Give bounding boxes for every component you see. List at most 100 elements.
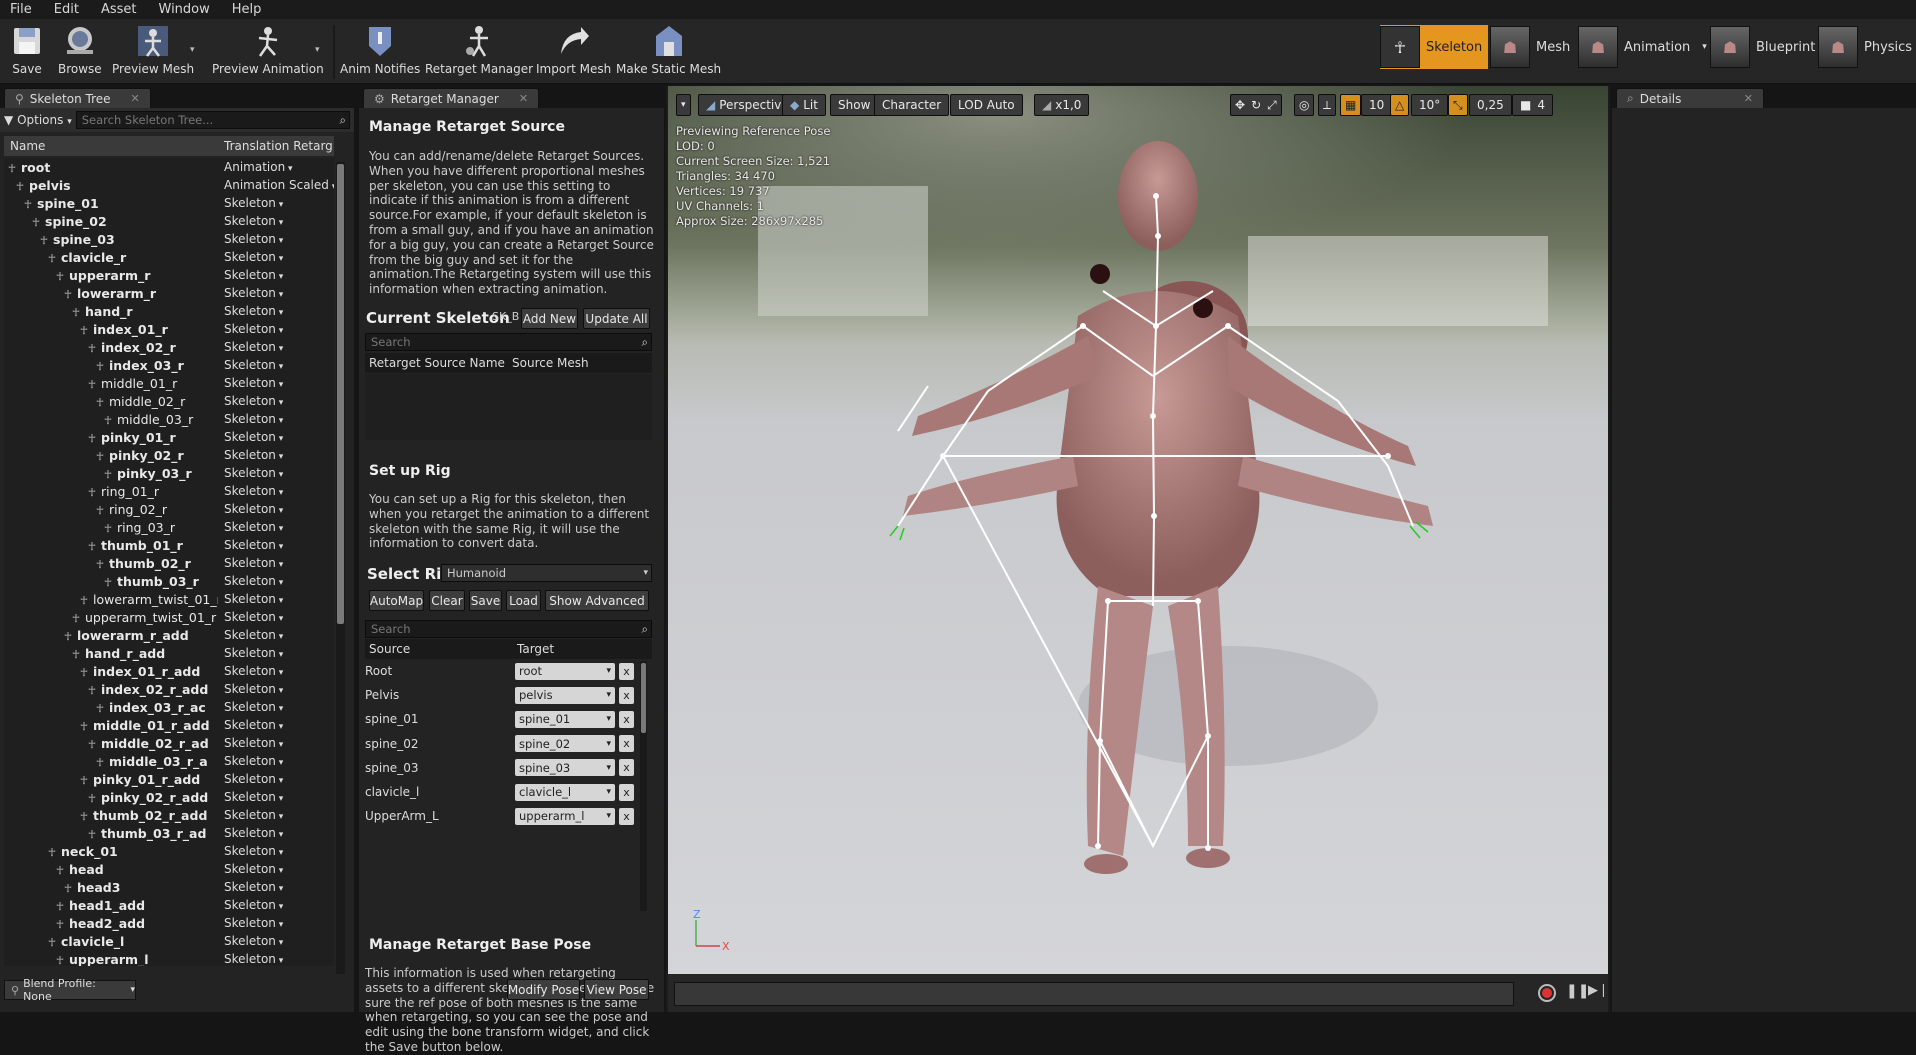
bone-row[interactable]: ☥ hand_r Skeleton ▾ [4, 302, 334, 320]
bone-row[interactable]: ☥ upperarm_twist_01_r Skeleton ▾ [4, 608, 334, 626]
rig-search-input[interactable]: Search ⌕ [365, 620, 652, 638]
translation-retargeting-dropdown[interactable]: Skeleton ▾ [224, 700, 283, 714]
translation-retargeting-dropdown[interactable]: Skeleton ▾ [224, 862, 283, 876]
translation-retargeting-dropdown[interactable]: Skeleton ▾ [224, 196, 283, 210]
rotate-icon[interactable]: ↻ [1251, 98, 1261, 112]
lit-button[interactable]: ◆ Lit [782, 94, 826, 116]
translation-retargeting-dropdown[interactable]: Skeleton ▾ [224, 772, 283, 786]
bone-row[interactable]: ☥ pinky_01_r Skeleton ▾ [4, 428, 334, 446]
rig-mapping-scroll-thumb[interactable] [641, 663, 646, 733]
clear-button[interactable]: Clear [429, 590, 465, 611]
make-static-mesh-button[interactable]: Make Static Mesh [616, 23, 721, 81]
translation-retargeting-dropdown[interactable]: Skeleton ▾ [224, 448, 283, 462]
playback-speed-button[interactable]: ◢ x1,0 [1034, 94, 1090, 116]
bone-row[interactable]: ☥ neck_01 Skeleton ▾ [4, 842, 334, 860]
bone-row[interactable]: ☥ thumb_02_r Skeleton ▾ [4, 554, 334, 572]
bone-row[interactable]: ☥ middle_03_r_a Skeleton ▾ [4, 752, 334, 770]
clear-mapping-button[interactable]: x [619, 807, 634, 825]
menu-file[interactable]: File [10, 2, 32, 17]
bone-row[interactable]: ☥ hand_r_add Skeleton ▾ [4, 644, 334, 662]
show-advanced-button[interactable]: Show Advanced [545, 590, 649, 611]
clear-mapping-button[interactable]: x [619, 783, 634, 801]
menu-help[interactable]: Help [232, 2, 262, 17]
translation-retargeting-dropdown[interactable]: Skeleton ▾ [224, 538, 283, 552]
coordinate-system-button[interactable]: ◎ [1294, 94, 1315, 116]
rig-target-dropdown[interactable]: upperarm_l ▾ [515, 807, 615, 825]
skeleton-tree-scrollbar[interactable] [336, 162, 345, 974]
col-source-name-header[interactable]: Retarget Source Name [369, 356, 512, 370]
animation-mode-dropdown-icon[interactable]: ▾ [1702, 42, 1707, 52]
col-target-header[interactable]: Target [517, 642, 554, 656]
rig-target-dropdown[interactable]: root ▾ [515, 662, 615, 680]
translation-retargeting-dropdown[interactable]: Skeleton ▾ [224, 790, 283, 804]
preview-mesh-button[interactable]: Preview Mesh [112, 23, 194, 81]
translation-retargeting-dropdown[interactable]: Skeleton ▾ [224, 430, 283, 444]
clear-mapping-button[interactable]: x [619, 686, 634, 704]
bone-row[interactable]: ☥ clavicle_r Skeleton ▾ [4, 248, 334, 266]
character-button[interactable]: Character [874, 94, 950, 116]
translation-retargeting-dropdown[interactable]: Skeleton ▾ [224, 916, 283, 930]
preview-animation-dropdown-icon[interactable]: ▾ [315, 45, 320, 55]
record-button[interactable] [1538, 984, 1556, 1002]
menu-window[interactable]: Window [159, 2, 210, 17]
translation-retargeting-dropdown[interactable]: Skeleton ▾ [224, 754, 283, 768]
translation-retargeting-dropdown[interactable]: Skeleton ▾ [224, 214, 283, 228]
translation-retargeting-dropdown[interactable]: Skeleton ▾ [224, 520, 283, 534]
clear-mapping-button[interactable]: x [619, 710, 634, 728]
mode-blueprint[interactable]: ☗ Blueprint [1710, 25, 1815, 69]
bone-row[interactable]: ☥ root Animation ▾ [4, 158, 334, 176]
translation-retargeting-dropdown[interactable]: Skeleton ▾ [224, 394, 283, 408]
view-pose-button[interactable]: View Pose [584, 979, 649, 1000]
bone-row[interactable]: ☥ index_02_r Skeleton ▾ [4, 338, 334, 356]
translation-retargeting-dropdown[interactable]: Skeleton ▾ [224, 808, 283, 822]
clear-mapping-button[interactable]: x [619, 735, 634, 753]
blend-profile-dropdown[interactable]: ⚲ Blend Profile: None ▾ [4, 977, 136, 1003]
col-source-header[interactable]: Source [369, 642, 517, 656]
skeleton-tree-search-input[interactable]: Search Skeleton Tree... ⌕ [75, 111, 350, 129]
clear-mapping-button[interactable]: x [619, 759, 634, 777]
translation-retargeting-dropdown[interactable]: Animation ▾ [224, 160, 293, 174]
options-button[interactable]: ▼ Options ▾ [4, 113, 72, 127]
scale-snap-toggle[interactable]: ⤡ [1448, 94, 1468, 116]
translate-icon[interactable]: ✥ [1235, 98, 1245, 112]
translation-retargeting-dropdown[interactable]: Skeleton ▾ [224, 466, 283, 480]
bone-row[interactable]: ☥ ring_01_r Skeleton ▾ [4, 482, 334, 500]
translation-retargeting-dropdown[interactable]: Skeleton ▾ [224, 556, 283, 570]
translation-retargeting-dropdown[interactable]: Skeleton ▾ [224, 322, 283, 336]
show-button[interactable]: Show [830, 94, 879, 116]
translation-retargeting-dropdown[interactable]: Skeleton ▾ [224, 610, 283, 624]
scale-snap-value[interactable]: 0,25 [1469, 94, 1512, 116]
modify-pose-button[interactable]: Modify Pose [507, 979, 580, 1000]
translation-retargeting-dropdown[interactable]: Skeleton ▾ [224, 232, 283, 246]
bone-row[interactable]: ☥ middle_01_r Skeleton ▾ [4, 374, 334, 392]
translation-retargeting-dropdown[interactable]: Skeleton ▾ [224, 484, 283, 498]
bone-row[interactable]: ☥ head1_add Skeleton ▾ [4, 896, 334, 914]
grid-snap-value[interactable]: 10 [1361, 94, 1393, 116]
translation-retargeting-dropdown[interactable]: Skeleton ▾ [224, 358, 283, 372]
viewport-menu-button[interactable]: ▾ [676, 94, 691, 116]
rig-target-dropdown[interactable]: pelvis ▾ [515, 686, 615, 704]
bone-row[interactable]: ☥ thumb_02_r_add Skeleton ▾ [4, 806, 334, 824]
bone-row[interactable]: ☥ spine_02 Skeleton ▾ [4, 212, 334, 230]
mode-skeleton[interactable]: ☥ Skeleton [1380, 25, 1489, 69]
import-mesh-button[interactable]: Import Mesh [536, 23, 611, 81]
translation-retargeting-dropdown[interactable]: Skeleton ▾ [224, 682, 283, 696]
bone-row[interactable]: ☥ pinky_03_r Skeleton ▾ [4, 464, 334, 482]
menu-asset[interactable]: Asset [101, 2, 137, 17]
translation-retargeting-dropdown[interactable]: Skeleton ▾ [224, 718, 283, 732]
anim-notifies-button[interactable]: Anim Notifies [340, 23, 420, 81]
bone-row[interactable]: ☥ ring_02_r Skeleton ▾ [4, 500, 334, 518]
viewport-scene[interactable]: ▾ ◢ Perspective ◆ Lit Show Character LOD… [668, 86, 1608, 974]
surface-snap-button[interactable]: ⟂ [1318, 94, 1337, 116]
translation-retargeting-dropdown[interactable]: Skeleton ▾ [224, 646, 283, 660]
translation-retargeting-dropdown[interactable]: Skeleton ▾ [224, 952, 283, 966]
bone-row[interactable]: ☥ clavicle_l Skeleton ▾ [4, 932, 334, 950]
translation-retargeting-dropdown[interactable]: Skeleton ▾ [224, 412, 283, 426]
translation-retargeting-dropdown[interactable]: Skeleton ▾ [224, 286, 283, 300]
bone-row[interactable]: ☥ lowerarm_twist_01_r Skeleton ▾ [4, 590, 334, 608]
skeleton-tree-scroll-thumb[interactable] [337, 164, 344, 624]
rig-select-dropdown[interactable]: Humanoid ▾ [441, 564, 652, 582]
update-all-button[interactable]: Update All [583, 308, 650, 329]
translation-retargeting-dropdown[interactable]: Skeleton ▾ [224, 502, 283, 516]
translation-retargeting-dropdown[interactable]: Skeleton ▾ [224, 340, 283, 354]
